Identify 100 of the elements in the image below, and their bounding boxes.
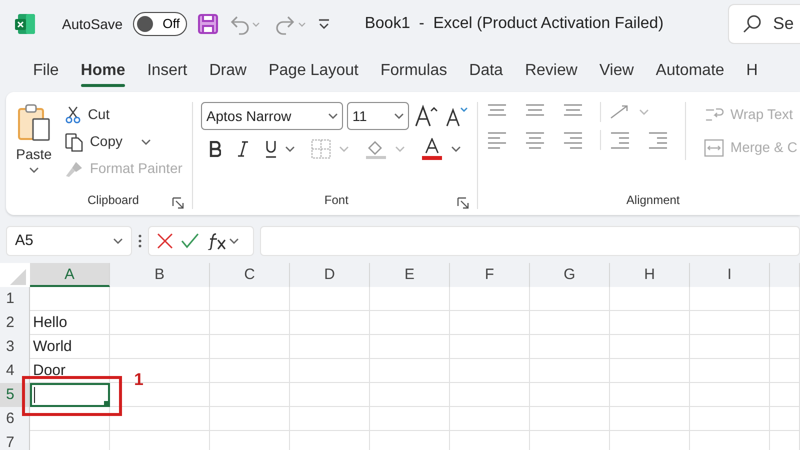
- table-cell[interactable]: [530, 383, 610, 407]
- search-field[interactable]: Se: [728, 4, 800, 44]
- table-cell[interactable]: [450, 311, 530, 335]
- column-header[interactable]: I: [690, 263, 770, 287]
- bold-icon[interactable]: [209, 141, 222, 157]
- table-cell[interactable]: [290, 311, 370, 335]
- table-cell[interactable]: [450, 359, 530, 383]
- table-cell[interactable]: [370, 311, 450, 335]
- ribbon-tab[interactable]: H: [735, 51, 769, 89]
- table-cell[interactable]: [210, 383, 290, 407]
- table-cell[interactable]: [30, 407, 110, 431]
- table-cell[interactable]: [290, 287, 370, 311]
- copy-button[interactable]: Copy: [62, 129, 124, 154]
- align-right-icon[interactable]: [562, 130, 584, 150]
- table-cell[interactable]: Door: [30, 359, 110, 383]
- paste-button[interactable]: Paste: [14, 102, 54, 181]
- enter-icon[interactable]: [181, 233, 199, 249]
- row-header[interactable]: 1: [0, 287, 30, 311]
- table-cell[interactable]: [110, 359, 210, 383]
- table-cell[interactable]: [770, 311, 800, 335]
- table-cell[interactable]: [450, 383, 530, 407]
- cut-button[interactable]: Cut: [62, 102, 184, 127]
- save-icon[interactable]: [196, 13, 219, 35]
- table-cell[interactable]: [530, 287, 610, 311]
- table-cell[interactable]: [610, 383, 690, 407]
- column-header[interactable]: F: [450, 263, 530, 287]
- table-cell[interactable]: [770, 383, 800, 407]
- column-header[interactable]: G: [530, 263, 610, 287]
- table-cell[interactable]: [770, 287, 800, 311]
- table-cell[interactable]: [690, 335, 770, 359]
- column-header[interactable]: B: [110, 263, 210, 287]
- decrease-indent-icon[interactable]: [609, 130, 632, 150]
- dialog-launcher-icon[interactable]: [172, 197, 184, 209]
- column-header[interactable]: C: [210, 263, 290, 287]
- table-cell[interactable]: [690, 383, 770, 407]
- cancel-icon[interactable]: [157, 233, 173, 249]
- caret-icon[interactable]: [140, 138, 150, 144]
- table-cell[interactable]: [530, 311, 610, 335]
- column-header[interactable]: H: [610, 263, 690, 287]
- ribbon-tab[interactable]: Draw: [198, 51, 258, 89]
- italic-icon[interactable]: [237, 141, 250, 157]
- ribbon-tab[interactable]: Formulas: [369, 51, 458, 89]
- table-cell[interactable]: [290, 383, 370, 407]
- ribbon-tab[interactable]: Home: [70, 51, 136, 89]
- table-cell[interactable]: [370, 383, 450, 407]
- row-header[interactable]: 7: [0, 431, 30, 450]
- align-left-icon[interactable]: [486, 130, 508, 150]
- increase-font-size-icon[interactable]: [413, 104, 440, 128]
- table-cell[interactable]: [610, 407, 690, 431]
- table-cell[interactable]: [770, 335, 800, 359]
- table-cell[interactable]: [110, 335, 210, 359]
- table-cell[interactable]: [610, 311, 690, 335]
- table-cell[interactable]: [210, 407, 290, 431]
- table-cell[interactable]: [370, 407, 450, 431]
- font-name-dropdown[interactable]: Aptos Narrow: [201, 102, 344, 130]
- customize-menu-icon[interactable]: [316, 17, 331, 31]
- insert-function-button[interactable]: [207, 232, 239, 250]
- align-center-icon[interactable]: [524, 130, 546, 150]
- table-cell[interactable]: [110, 287, 210, 311]
- table-cell[interactable]: [450, 287, 530, 311]
- caret-icon[interactable]: [451, 146, 462, 152]
- row-header[interactable]: 4: [0, 359, 30, 383]
- column-header[interactable]: D: [290, 263, 370, 287]
- column-header[interactable]: E: [370, 263, 450, 287]
- table-cell[interactable]: [110, 407, 210, 431]
- ribbon-tab[interactable]: Automate: [644, 51, 736, 89]
- borders-icon[interactable]: [311, 139, 332, 159]
- table-cell[interactable]: [290, 407, 370, 431]
- row-header[interactable]: 2: [0, 311, 30, 335]
- caret-icon[interactable]: [285, 146, 296, 152]
- autosave-toggle[interactable]: Off: [132, 12, 187, 36]
- table-cell[interactable]: [210, 311, 290, 335]
- table-cell[interactable]: [530, 335, 610, 359]
- font-color-icon[interactable]: [421, 138, 444, 160]
- table-cell[interactable]: [210, 359, 290, 383]
- ribbon-tab[interactable]: Page Layout: [258, 51, 370, 89]
- formula-input[interactable]: [260, 226, 800, 256]
- table-cell[interactable]: [690, 311, 770, 335]
- table-cell[interactable]: [530, 407, 610, 431]
- table-cell[interactable]: [530, 359, 610, 383]
- table-cell[interactable]: [370, 359, 450, 383]
- dialog-launcher-icon[interactable]: [457, 197, 470, 209]
- table-cell[interactable]: [210, 335, 290, 359]
- font-size-dropdown[interactable]: 11: [347, 102, 410, 130]
- table-cell[interactable]: [610, 359, 690, 383]
- table-cell[interactable]: [110, 311, 210, 335]
- column-header[interactable]: A: [30, 263, 110, 287]
- more-options-icon[interactable]: [138, 234, 142, 248]
- table-cell[interactable]: [370, 335, 450, 359]
- selected-cell[interactable]: [30, 383, 110, 407]
- table-cell[interactable]: [290, 359, 370, 383]
- ribbon-tab[interactable]: Insert: [136, 51, 198, 89]
- table-cell[interactable]: [370, 287, 450, 311]
- table-cell[interactable]: [770, 359, 800, 383]
- table-cell[interactable]: [110, 383, 210, 407]
- row-header[interactable]: 6: [0, 407, 30, 431]
- row-header[interactable]: 5: [0, 383, 30, 407]
- column-header[interactable]: [770, 263, 800, 287]
- table-cell[interactable]: [210, 287, 290, 311]
- table-cell[interactable]: [610, 287, 690, 311]
